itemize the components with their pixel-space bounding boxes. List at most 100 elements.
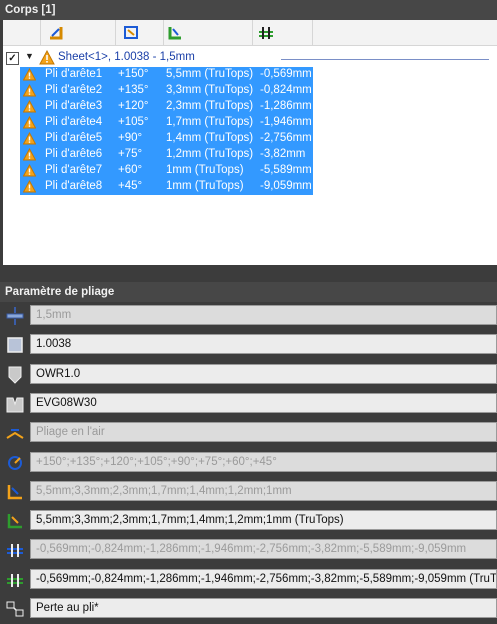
fold-deduction: -5,589mm xyxy=(260,164,312,176)
param-field[interactable]: -0,569mm;-0,824mm;-1,286mm;-1,946mm;-2,7… xyxy=(30,568,497,589)
param-row: OWR1.0 xyxy=(0,361,497,390)
warning-icon xyxy=(23,116,36,129)
deduction-selected-icon xyxy=(7,573,23,587)
body-panel-header: Corps [1] xyxy=(0,0,497,20)
column-angle[interactable] xyxy=(41,20,116,45)
fold-radius: 1,4mm (TruTops) xyxy=(166,132,254,144)
fold-radius: 2,3mm (TruTops) xyxy=(166,100,254,112)
warning-icon xyxy=(39,50,55,65)
fold-radius: 1,7mm (TruTops) xyxy=(166,116,254,128)
fold-angle: +150° xyxy=(118,68,149,80)
fold-row[interactable]: Pli d'arête1 +150° 5,5mm (TruTops) -0,569mm xyxy=(20,67,313,83)
fold-radius: 1mm (TruTops) xyxy=(166,180,244,192)
fold-name: Pli d'arête1 xyxy=(45,68,103,80)
fold-deduction: -2,756mm xyxy=(260,132,312,144)
fold-deduction: -3,82mm xyxy=(260,148,306,160)
fold-row[interactable]: Pli d'arête6 +75° 1,2mm (TruTops) -3,82mm xyxy=(20,147,313,163)
fold-deduction: -0,569mm xyxy=(260,68,312,80)
bend-tool-icon xyxy=(168,27,181,40)
warning-icon xyxy=(23,68,36,81)
bend-table: ✓ ▼ Sheet<1>, 1.0038 - 1,5mm Pli d'arête… xyxy=(3,20,497,265)
column-radius[interactable] xyxy=(116,20,164,45)
collapse-icon[interactable]: ▼ xyxy=(25,51,34,61)
deduction-list-icon xyxy=(7,544,23,558)
warning-icon xyxy=(23,164,36,177)
angle-list-icon xyxy=(8,455,22,470)
fold-row[interactable]: Pli d'arête8 +45° 1mm (TruTops) -9,059mm xyxy=(20,179,313,195)
param-field[interactable]: EVG08W30 xyxy=(30,392,497,413)
bend-parameters-title: Paramètre de pliage xyxy=(5,286,115,298)
lower-tool-icon xyxy=(6,397,24,413)
fold-row[interactable]: Pli d'arête5 +90° 1,4mm (TruTops) -2,756mm xyxy=(20,131,313,147)
material-icon xyxy=(7,337,23,354)
column-deduction[interactable] xyxy=(253,20,313,45)
param-field[interactable]: Perte au pli* xyxy=(30,598,497,618)
fold-row[interactable]: Pli d'arête2 +135° 3,3mm (TruTops) -0,824mm xyxy=(20,83,313,99)
fold-name: Pli d'arête2 xyxy=(45,84,103,96)
sheet-row[interactable]: ✓ ▼ Sheet<1>, 1.0038 - 1,5mm xyxy=(3,50,497,66)
warning-icon xyxy=(23,84,36,97)
fold-deduction: -9,059mm xyxy=(260,180,312,192)
param-field: 1,5mm xyxy=(30,305,497,325)
thickness-icon xyxy=(6,307,24,325)
fold-angle: +45° xyxy=(118,180,143,192)
bend-parameters-header: Paramètre de pliage xyxy=(0,282,497,302)
param-field: 5,5mm;3,3mm;2,3mm;1,7mm;1,4mm;1,2mm;1mm xyxy=(30,480,497,501)
param-row: Perte au pli* xyxy=(0,595,497,624)
fold-row[interactable]: Pli d'arête7 +60° 1mm (TruTops) -5,589mm xyxy=(20,163,313,179)
column-header xyxy=(3,20,497,46)
fold-name: Pli d'arête4 xyxy=(45,116,103,128)
fold-row[interactable]: Pli d'arête3 +120° 2,3mm (TruTops) -1,286mm xyxy=(20,99,313,115)
fold-deduction: -1,946mm xyxy=(260,116,312,128)
fold-angle: +90° xyxy=(118,132,143,144)
fold-list: Pli d'arête1 +150° 5,5mm (TruTops) -0,569mm… xyxy=(20,67,313,195)
warning-icon xyxy=(23,148,36,161)
sheet-label: Sheet<1>, 1.0038 - 1,5mm xyxy=(58,51,195,63)
warning-icon xyxy=(23,100,36,113)
fold-angle: +75° xyxy=(118,148,143,160)
column-tool[interactable] xyxy=(164,20,253,45)
param-field: +150°;+135°;+120°;+105°;+90°;+75°;+60°;+… xyxy=(30,451,497,472)
fold-name: Pli d'arête7 xyxy=(45,164,103,176)
fold-name: Pli d'arête8 xyxy=(45,180,103,192)
param-row: 5,5mm;3,3mm;2,3mm;1,7mm;1,4mm;1,2mm;1mm xyxy=(0,478,497,507)
fold-angle: +120° xyxy=(118,100,149,112)
fold-deduction: -0,824mm xyxy=(260,84,312,96)
bend-deduction-icon xyxy=(259,27,273,39)
fold-angle: +60° xyxy=(118,164,143,176)
param-row: +150°;+135°;+120°;+105°;+90°;+75°;+60°;+… xyxy=(0,449,497,478)
param-field[interactable]: 1.0038 xyxy=(30,334,497,355)
fold-name: Pli d'arête5 xyxy=(45,132,103,144)
param-row: 5,5mm;3,3mm;2,3mm;1,7mm;1,4mm;1,2mm;1mm … xyxy=(0,507,497,536)
fold-name: Pli d'arête3 xyxy=(45,100,103,112)
param-field[interactable]: 5,5mm;3,3mm;2,3mm;1,7mm;1,4mm;1,2mm;1mm … xyxy=(30,510,497,531)
bend-loss-icon xyxy=(6,601,24,617)
column-name[interactable] xyxy=(3,20,41,45)
bend-angle-icon xyxy=(50,27,63,40)
fold-angle: +135° xyxy=(118,84,149,96)
param-row: EVG08W30 xyxy=(0,390,497,419)
param-row: -0,569mm;-0,824mm;-1,286mm;-1,946mm;-2,7… xyxy=(0,566,497,595)
param-row: 1.0038 xyxy=(0,331,497,360)
body-panel-title: Corps [1] xyxy=(5,4,56,16)
warning-icon xyxy=(23,132,36,145)
fold-radius: 1,2mm (TruTops) xyxy=(166,148,254,160)
fold-radius: 5,5mm (TruTops) xyxy=(166,68,254,80)
fold-name: Pli d'arête6 xyxy=(45,148,103,160)
warning-icon xyxy=(23,180,36,193)
upper-tool-icon xyxy=(8,366,22,384)
radius-list-icon xyxy=(7,484,22,500)
param-row: Pliage en l'air xyxy=(0,419,497,448)
radius-selected-icon xyxy=(7,514,22,529)
param-field[interactable]: OWR1.0 xyxy=(30,363,497,384)
param-row: -0,569mm;-0,824mm;-1,286mm;-1,946mm;-2,7… xyxy=(0,536,497,565)
param-field: Pliage en l'air xyxy=(30,422,497,443)
fold-deduction: -1,286mm xyxy=(260,100,312,112)
bend-radius-icon xyxy=(124,26,138,39)
fold-angle: +105° xyxy=(118,116,149,128)
fold-row[interactable]: Pli d'arête4 +105° 1,7mm (TruTops) -1,946mm xyxy=(20,115,313,131)
param-row: 1,5mm xyxy=(0,302,497,331)
fold-radius: 1mm (TruTops) xyxy=(166,164,244,176)
sheet-checkbox[interactable]: ✓ xyxy=(6,52,19,65)
sheet-divider xyxy=(281,59,489,60)
